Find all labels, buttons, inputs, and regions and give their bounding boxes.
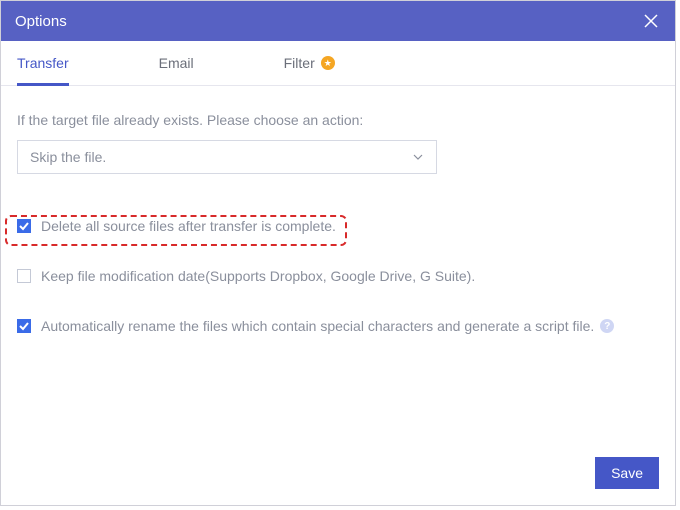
dialog-body: If the target file already exists. Pleas… xyxy=(1,86,675,334)
tab-transfer[interactable]: Transfer xyxy=(17,41,69,85)
tab-email-label: Email xyxy=(159,55,194,71)
tab-transfer-label: Transfer xyxy=(17,55,69,71)
star-icon: ★ xyxy=(321,56,335,70)
close-button[interactable] xyxy=(641,11,661,31)
option-keep-mod-date: Keep file modification date(Supports Dro… xyxy=(17,268,659,284)
checkbox-delete-source[interactable] xyxy=(17,219,31,233)
options-dialog: Options Transfer Email Filter ★ If the t… xyxy=(0,0,676,506)
action-select-value: Skip the file. xyxy=(30,149,106,165)
help-icon[interactable]: ? xyxy=(600,319,614,333)
titlebar: Options xyxy=(1,1,675,41)
save-button[interactable]: Save xyxy=(595,457,659,489)
window-title: Options xyxy=(15,13,67,30)
tab-filter-label: Filter xyxy=(284,55,315,71)
check-icon xyxy=(19,221,29,231)
checkbox-keep-mod-date[interactable] xyxy=(17,269,31,283)
tab-bar: Transfer Email Filter ★ xyxy=(1,41,675,86)
option-delete-source-label: Delete all source files after transfer i… xyxy=(41,218,336,234)
tab-email[interactable]: Email xyxy=(159,41,194,85)
instruction-text: If the target file already exists. Pleas… xyxy=(17,112,659,128)
option-auto-rename-label: Automatically rename the files which con… xyxy=(41,318,594,334)
tab-filter[interactable]: Filter ★ xyxy=(284,41,335,85)
chevron-down-icon xyxy=(412,151,424,163)
option-keep-mod-date-label: Keep file modification date(Supports Dro… xyxy=(41,268,475,284)
option-delete-source: Delete all source files after transfer i… xyxy=(17,218,659,234)
checkbox-auto-rename[interactable] xyxy=(17,319,31,333)
check-icon xyxy=(19,321,29,331)
action-select[interactable]: Skip the file. xyxy=(17,140,437,174)
close-icon xyxy=(644,14,658,28)
option-auto-rename: Automatically rename the files which con… xyxy=(17,318,659,334)
